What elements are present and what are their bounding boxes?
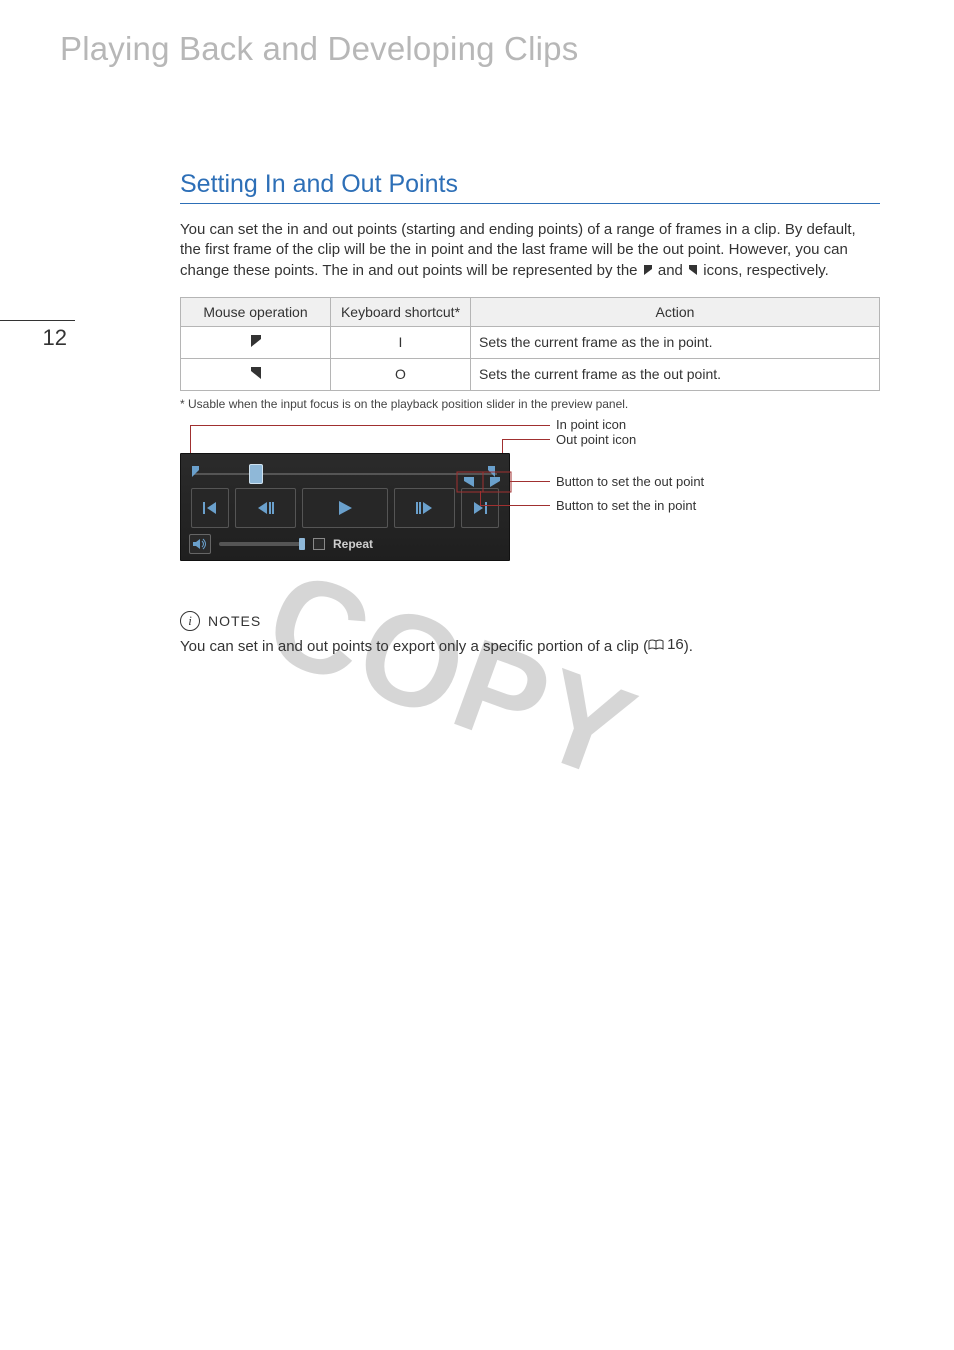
info-icon: i [180, 611, 200, 631]
player-illustration: In point icon Out point icon [180, 425, 880, 585]
playhead-thumb[interactable] [249, 464, 263, 484]
volume-thumb[interactable] [299, 538, 305, 550]
leader-line [190, 425, 550, 426]
cell-shortcut: I [331, 326, 471, 358]
skip-start-icon [201, 500, 219, 516]
table-row: I Sets the current frame as the in point… [181, 326, 880, 358]
step-forward-button[interactable] [394, 488, 455, 528]
step-forward-icon [413, 500, 435, 516]
th-mouse: Mouse operation [181, 297, 331, 326]
repeat-checkbox[interactable] [313, 538, 325, 550]
step-back-icon [255, 500, 277, 516]
label-set-out-button: Button to set the out point [556, 474, 704, 489]
intro-text-3: icons, respectively. [703, 262, 829, 279]
skip-start-button[interactable] [191, 488, 229, 528]
shortcut-table: Mouse operation Keyboard shortcut* Actio… [180, 297, 880, 391]
sound-icon [192, 537, 208, 551]
intro-paragraph: You can set the in and out points (start… [180, 220, 880, 283]
notes-heading: i NOTES [180, 611, 880, 631]
page-ref-number: 16 [667, 635, 684, 655]
book-icon [648, 639, 664, 651]
out-point-icon [687, 263, 699, 283]
leader-line [510, 481, 550, 482]
page-reference: 16 [648, 635, 684, 655]
cell-mouse-out-icon [181, 358, 331, 390]
label-in-point-icon: In point icon [556, 417, 626, 432]
label-out-point-icon: Out point icon [556, 432, 636, 447]
chapter-title: Playing Back and Developing Clips [60, 30, 578, 68]
page-number: 12 [0, 320, 75, 351]
notes-body: You can set in and out points to export … [180, 635, 880, 657]
in-point-icon [249, 333, 263, 349]
intro-text-2: and [658, 262, 687, 279]
cell-action: Sets the current frame as the in point. [471, 326, 880, 358]
section-heading: Setting In and Out Points [180, 170, 880, 199]
table-row: O Sets the current frame as the out poin… [181, 358, 880, 390]
heading-rule [180, 203, 880, 204]
label-set-in-button: Button to set the in point [556, 498, 696, 513]
step-back-button[interactable] [235, 488, 296, 528]
leader-line [502, 439, 550, 440]
out-point-icon [249, 365, 263, 381]
mute-button[interactable] [189, 534, 211, 554]
play-button[interactable] [302, 488, 387, 528]
cell-action: Sets the current frame as the out point. [471, 358, 880, 390]
in-point-icon [642, 263, 654, 283]
playback-slider[interactable] [189, 462, 501, 482]
leader-line [480, 491, 481, 505]
leader-line [480, 505, 550, 506]
notes-title: NOTES [208, 613, 261, 629]
th-shortcut: Keyboard shortcut* [331, 297, 471, 326]
volume-slider[interactable] [219, 542, 305, 546]
cell-shortcut: O [331, 358, 471, 390]
play-icon [335, 499, 355, 517]
table-footnote: * Usable when the input focus is on the … [180, 397, 880, 411]
slider-track [193, 473, 497, 475]
notes-text-b: ). [684, 638, 693, 655]
repeat-label: Repeat [333, 537, 373, 551]
notes-text-a: You can set in and out points to export … [180, 638, 648, 655]
cell-mouse-in-icon [181, 326, 331, 358]
in-point-marker-icon[interactable] [191, 465, 201, 484]
th-action: Action [471, 297, 880, 326]
button-group-highlight [456, 471, 512, 509]
